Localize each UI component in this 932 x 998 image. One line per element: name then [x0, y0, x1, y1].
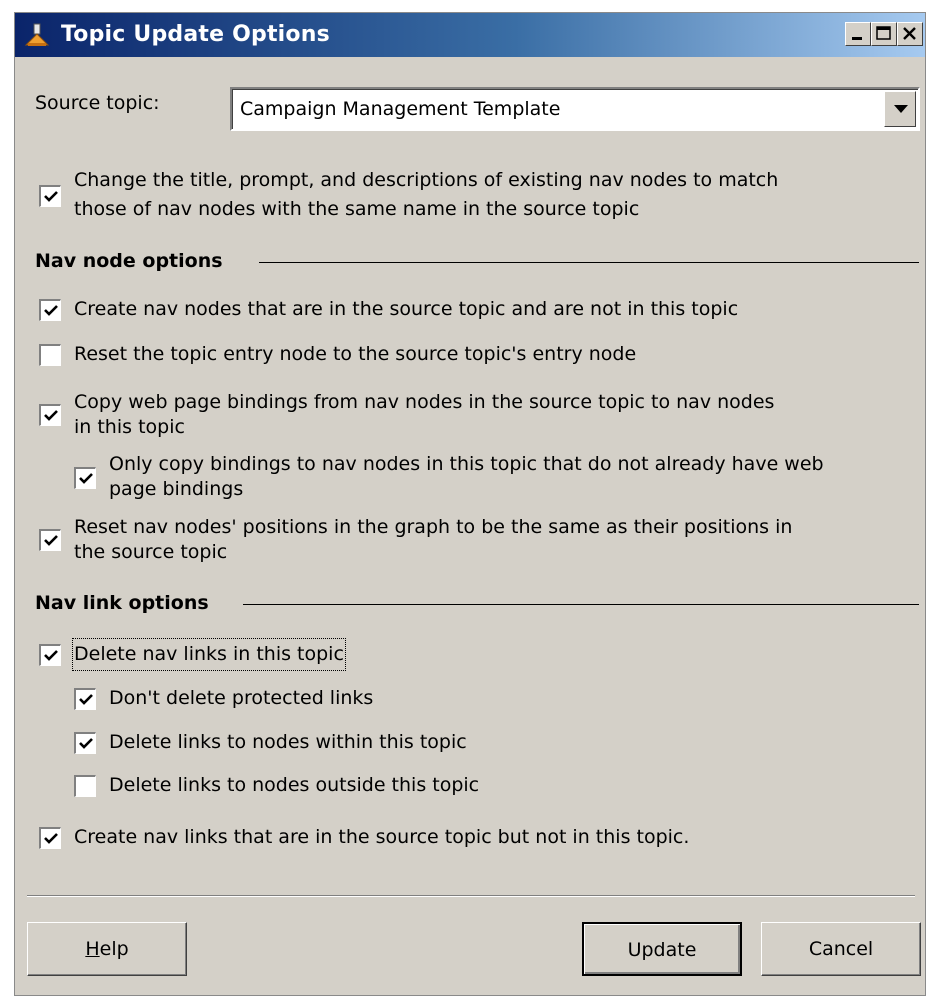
checkmark-icon: [44, 410, 58, 421]
close-button[interactable]: [897, 22, 923, 46]
help-label-rest: elp: [99, 938, 129, 960]
dont-delete-protected-label: Don't delete protected links: [109, 687, 374, 709]
checkmark-icon: [79, 473, 93, 484]
create-links-label: Create nav links that are in the source …: [74, 826, 690, 848]
maximize-button[interactable]: [871, 22, 897, 46]
nav-link-options-heading: Nav link options: [35, 592, 209, 614]
only-copy-line-2: page bindings: [109, 478, 244, 500]
reset-positions-line-2: the source topic: [74, 541, 228, 563]
checkmark-icon: [79, 738, 93, 749]
dont-delete-protected-checkbox[interactable]: [74, 688, 96, 710]
update-button[interactable]: Update: [582, 922, 742, 976]
reset-positions-checkbox[interactable]: [39, 529, 61, 551]
delete-outside-checkbox[interactable]: [74, 775, 96, 797]
copy-bindings-label: Copy web page bindings from nav nodes in…: [74, 388, 774, 442]
reset-positions-label: Reset nav nodes' positions in the graph …: [74, 513, 792, 567]
change-title-checkbox[interactable]: [39, 185, 61, 207]
create-links-checkbox[interactable]: [39, 827, 61, 849]
delete-within-label: Delete links to nodes within this topic: [109, 731, 467, 753]
close-icon: [903, 27, 916, 40]
source-topic-select[interactable]: Campaign Management Template: [230, 87, 920, 131]
reset-entry-label: Reset the topic entry node to the source…: [74, 343, 637, 365]
copy-bindings-line-2: in this topic: [74, 416, 185, 438]
window-title: Topic Update Options: [61, 22, 330, 47]
source-topic-dropdown-button[interactable]: [884, 91, 916, 127]
copy-bindings-checkbox[interactable]: [39, 404, 61, 426]
delete-outside-label: Delete links to nodes outside this topic: [109, 774, 480, 796]
chevron-down-icon: [894, 105, 908, 113]
checkmark-icon: [44, 191, 58, 202]
topic-update-options-dialog: Topic Update Options Source topic: Campa…: [14, 12, 926, 996]
app-icon: [24, 23, 50, 46]
footer-separator: [27, 895, 915, 897]
only-copy-label: Only copy bindings to nav nodes in this …: [109, 450, 824, 504]
source-topic-label: Source topic:: [35, 92, 160, 114]
change-title-label: Change the title, prompt, and descriptio…: [74, 166, 778, 224]
nav-node-options-heading: Nav node options: [35, 250, 223, 272]
delete-links-label: Delete nav links in this topic: [72, 638, 346, 671]
checkmark-icon: [79, 694, 93, 705]
only-copy-checkbox[interactable]: [74, 467, 96, 489]
help-button[interactable]: Help: [27, 922, 187, 976]
maximize-icon: [876, 26, 891, 40]
minimize-icon: [852, 37, 862, 40]
cancel-button[interactable]: Cancel: [761, 922, 921, 976]
nav-node-options-divider: [259, 262, 919, 263]
change-title-line-2: those of nav nodes with the same name in…: [74, 198, 640, 220]
change-title-line-1: Change the title, prompt, and descriptio…: [74, 169, 779, 191]
checkmark-icon: [44, 833, 58, 844]
title-bar[interactable]: Topic Update Options: [15, 13, 925, 57]
delete-within-checkbox[interactable]: [74, 732, 96, 754]
checkmark-icon: [44, 305, 58, 316]
checkmark-icon: [44, 535, 58, 546]
source-topic-value: Campaign Management Template: [240, 98, 561, 120]
create-nodes-label: Create nav nodes that are in the source …: [74, 298, 739, 320]
minimize-button[interactable]: [845, 22, 871, 46]
reset-entry-checkbox[interactable]: [39, 344, 61, 366]
nav-link-options-divider: [243, 604, 919, 605]
help-mnemonic: H: [85, 938, 100, 960]
checkmark-icon: [44, 650, 58, 661]
create-nodes-checkbox[interactable]: [39, 299, 61, 321]
delete-links-checkbox[interactable]: [39, 644, 61, 666]
